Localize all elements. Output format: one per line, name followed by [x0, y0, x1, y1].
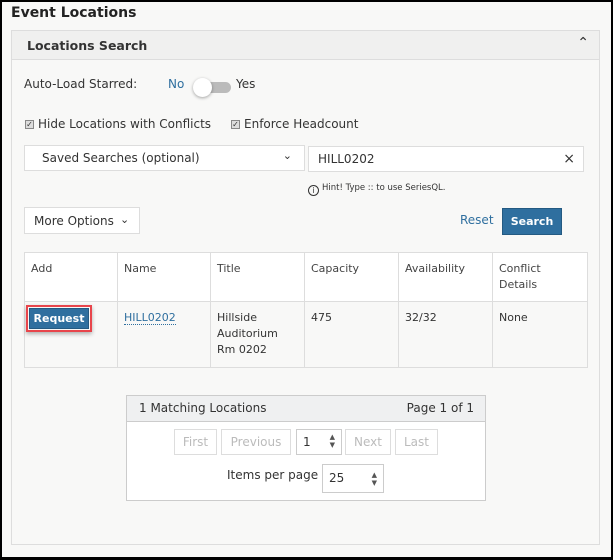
header-name: Name: [117, 252, 211, 302]
spinner-arrows-icon[interactable]: ▲ ▼: [372, 471, 377, 487]
header-add: Add: [24, 252, 118, 302]
location-title: Hillside Auditorium Rm 0202: [210, 301, 305, 368]
header-capacity: Capacity: [304, 252, 399, 302]
request-highlight: Request: [26, 305, 92, 332]
header-conflict-details: Conflict Details: [492, 252, 588, 302]
hide-conflicts-label: Hide Locations with Conflicts: [38, 117, 212, 131]
location-availability: 32/32: [398, 301, 493, 368]
auto-load-toggle[interactable]: [193, 78, 233, 97]
previous-button[interactable]: Previous: [221, 429, 291, 455]
locations-table: Add Name Title Capacity Availability Con…: [24, 252, 588, 368]
search-input[interactable]: HILL0202 ×: [308, 146, 584, 172]
page-number-spinner[interactable]: 1 ▲ ▼: [296, 429, 342, 455]
clear-icon[interactable]: ×: [563, 151, 575, 167]
search-value: HILL0202: [318, 152, 375, 166]
items-per-page-label: Items per page: [227, 468, 319, 482]
table-row: Request HILL0202 Hillside Auditorium Rm …: [24, 301, 588, 368]
enforce-headcount-checkbox[interactable]: ✓: [231, 120, 240, 129]
reset-link[interactable]: Reset: [460, 213, 494, 227]
pagination: 1 Matching Locations Page 1 of 1 First P…: [126, 395, 486, 501]
hint-text: Hint! Type :: to use SeriesQL.: [322, 183, 446, 193]
hide-conflicts-checkbox[interactable]: ✓: [25, 120, 34, 129]
panel-title: Locations Search: [27, 38, 148, 53]
page-title: Event Locations: [11, 5, 137, 21]
toggle-no-label: No: [168, 77, 185, 91]
more-options-button[interactable]: More Options ⌄: [24, 207, 140, 234]
matching-count: 1 Matching Locations: [139, 401, 267, 415]
table-header-row: Add Name Title Capacity Availability Con…: [24, 252, 588, 302]
info-icon: i: [308, 185, 319, 196]
saved-searches-dropdown[interactable]: Saved Searches (optional) ⌄: [24, 145, 305, 171]
last-button[interactable]: Last: [395, 429, 438, 455]
chevron-down-icon: ⌄: [282, 149, 292, 162]
first-button[interactable]: First: [174, 429, 217, 455]
request-button[interactable]: Request: [29, 308, 89, 329]
page-info: Page 1 of 1: [406, 401, 474, 415]
auto-load-label: Auto-Load Starred:: [24, 77, 138, 91]
spinner-arrows-icon[interactable]: ▲ ▼: [330, 433, 335, 449]
saved-searches-value: Saved Searches (optional): [42, 151, 200, 165]
items-per-page-spinner[interactable]: 25 ▲ ▼: [322, 464, 384, 493]
header-title: Title: [210, 252, 305, 302]
chevron-down-icon: ⌄: [120, 213, 130, 226]
location-name-link[interactable]: HILL0202: [124, 311, 176, 325]
more-options-label: More Options: [34, 214, 114, 228]
enforce-headcount-label: Enforce Headcount: [244, 117, 359, 131]
location-conflict: None: [492, 301, 588, 368]
header-availability: Availability: [398, 252, 493, 302]
panel-header[interactable]: Locations Search ⌃: [12, 31, 599, 60]
toggle-yes-label: Yes: [236, 77, 256, 91]
chevron-up-icon[interactable]: ⌃: [577, 35, 589, 51]
window: Event Locations Locations Search ⌃ Auto-…: [2, 2, 611, 557]
search-button[interactable]: Search: [502, 208, 562, 235]
page-number: 1: [303, 435, 311, 449]
next-button[interactable]: Next: [345, 429, 391, 455]
location-capacity: 475: [304, 301, 399, 368]
items-per-page-value: 25: [329, 471, 345, 485]
pagination-header: 1 Matching Locations Page 1 of 1: [127, 396, 485, 422]
